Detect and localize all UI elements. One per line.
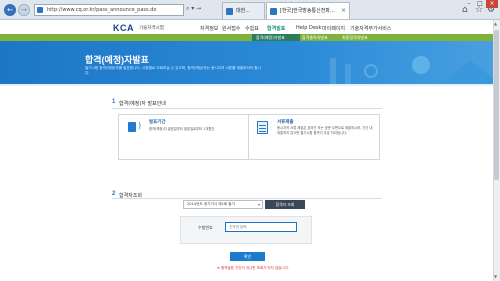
- exam-select[interactable]: 2014년도 정기기사 제1회 필기 ▾: [183, 200, 263, 209]
- speaker-icon: [128, 122, 136, 132]
- info-box-title: 발표기간: [149, 120, 166, 125]
- tab-favicon-icon: [226, 8, 233, 15]
- info-box-title: 서류제출: [277, 120, 294, 125]
- tab-label: 대한...: [236, 8, 250, 14]
- exam-select-value: 2014년도 정기기사 제1회 필기: [187, 202, 235, 206]
- menu-item-admission-ticket[interactable]: 수험표: [245, 25, 259, 32]
- scrollbar-thumb[interactable]: [494, 30, 499, 180]
- exam-number-label: 수험번호: [198, 225, 213, 230]
- site-favicon-icon: [37, 7, 43, 13]
- site-logo[interactable]: KCA: [113, 23, 134, 33]
- submenu-bar: [0, 34, 500, 41]
- menu-item-help-desk[interactable]: Help Desk: [296, 25, 321, 31]
- tower-graphic: [330, 58, 336, 84]
- menu-item-application[interactable]: 원서접수: [222, 25, 240, 32]
- exam-number-input[interactable]: [225, 222, 297, 232]
- address-bar[interactable]: http://www.cq.or.kr/pass_announce_pass.d…: [34, 4, 184, 16]
- menu-item-extra-services[interactable]: 기술자격부가서비스: [350, 25, 391, 32]
- menu-item-mypage[interactable]: 마이페이지: [322, 25, 345, 32]
- scroll-up-icon[interactable]: ▲: [494, 21, 497, 26]
- maximize-button[interactable]: □: [475, 0, 485, 8]
- satellite-dish-graphic: [364, 64, 378, 78]
- tab-label: [한국]한국방송통신전파...: [280, 8, 335, 14]
- close-tab-icon[interactable]: ×: [341, 3, 346, 19]
- section-number: 1: [112, 99, 116, 105]
- section-number: 2: [112, 191, 116, 197]
- forward-button[interactable]: →: [18, 4, 30, 16]
- info-box-text: 합격(예정)자 발표일부터 발표일로부터 1개월간: [149, 127, 215, 131]
- hero-divider: [0, 84, 500, 86]
- tower-graphic: [345, 64, 351, 84]
- speaker-waves-icon: ): [138, 121, 142, 130]
- menu-item-results[interactable]: 합격발표: [267, 25, 285, 32]
- browser-tab-1[interactable]: 대한...: [222, 2, 265, 19]
- scroll-down-icon[interactable]: ▼: [494, 274, 497, 279]
- notice-text: ※ 합격발표 기간이 지나면 조회가 되지 않습니다.: [217, 266, 289, 270]
- back-button[interactable]: ←: [4, 4, 16, 16]
- info-box-text: 응시자격 서류 제출은 온라인 또는 방문·우편으로 제출하시며, 기간 내 제…: [277, 126, 373, 135]
- browser-tab-2[interactable]: [한국]한국방송통신전파... ×: [266, 2, 350, 19]
- arrow-right-icon: →: [21, 6, 27, 14]
- search-dropdown-icon[interactable]: ⌕ ▾ →: [186, 5, 201, 13]
- page-description: 필기시험 합격(예정)자를 발표합니다. 시험별로 조회하실 수 있으며, 합격…: [85, 66, 261, 75]
- document-line: [259, 125, 266, 126]
- chevron-down-icon: ▾: [257, 202, 260, 207]
- hero-decoration: [440, 60, 500, 84]
- section-divider: [112, 198, 382, 199]
- minimize-button[interactable]: –: [464, 0, 474, 8]
- section-title: 합격(예정)자 발표안내: [119, 101, 166, 107]
- page-title: 합격(예정)자발표: [85, 55, 149, 65]
- address-text: http://www.cq.or.kr/pass_announce_pass.d…: [47, 7, 157, 13]
- document-line: [259, 128, 266, 129]
- site-logo-subtitle: 기술자격시험: [139, 26, 164, 31]
- tab-favicon-icon: [270, 8, 277, 15]
- close-window-button[interactable]: ×: [486, 0, 498, 8]
- document-line: [259, 131, 266, 132]
- globe-graphic: [412, 56, 430, 74]
- menu-item-qualification[interactable]: 자격정보: [200, 25, 218, 32]
- search-results-button[interactable]: 합격자 조회: [265, 200, 305, 209]
- arrow-left-icon: ←: [7, 6, 13, 14]
- confirm-button[interactable]: 확인: [230, 252, 265, 261]
- section-divider: [112, 108, 382, 109]
